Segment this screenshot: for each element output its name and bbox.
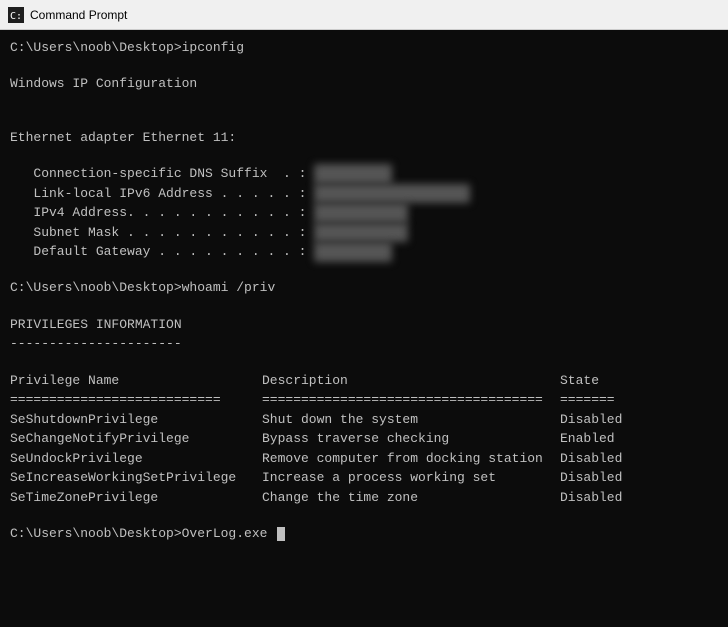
line-priv-5: SeTimeZonePrivilegeChange the time zoneD…: [10, 488, 718, 508]
blurred-ipv6: ████████████████████: [314, 184, 470, 204]
terminal: C:\Users\noob\Desktop>ipconfig Windows I…: [0, 30, 728, 627]
title-bar-text: Command Prompt: [30, 8, 127, 22]
line-priv-2: SeChangeNotifyPrivilegeBypass traverse c…: [10, 429, 718, 449]
line-empty-2: [10, 94, 718, 111]
line-divider-top: ----------------------: [10, 334, 718, 354]
line-priv-1: SeShutdownPrivilegeShut down the systemD…: [10, 410, 718, 430]
terminal-cursor: [277, 527, 285, 541]
line-priv-header: Privilege NameDescriptionState: [10, 371, 718, 391]
line-empty-5: [10, 262, 718, 279]
blurred-gateway: ██████████: [314, 242, 392, 262]
line-whoami: C:\Users\noob\Desktop>whoami /priv: [10, 278, 718, 298]
line-ethernet-adapter: Ethernet adapter Ethernet 11:: [10, 128, 718, 148]
line-subnet: Subnet Mask . . . . . . . . . . . : ████…: [10, 223, 718, 243]
line-priv-info: PRIVILEGES INFORMATION: [10, 315, 718, 335]
title-bar: C: Command Prompt: [0, 0, 728, 30]
line-dns: Connection-specific DNS Suffix . : █████…: [10, 164, 718, 184]
line-empty-8: [10, 507, 718, 524]
line-priv-3: SeUndockPrivilegeRemove computer from do…: [10, 449, 718, 469]
line-windows-ip: Windows IP Configuration: [10, 74, 718, 94]
svg-text:C:: C:: [10, 11, 22, 22]
line-empty-1: [10, 58, 718, 75]
blurred-ipv4: ████████████: [314, 203, 408, 223]
line-gateway: Default Gateway . . . . . . . . . : ████…: [10, 242, 718, 262]
line-empty-6: [10, 298, 718, 315]
line-overlog: C:\Users\noob\Desktop>OverLog.exe: [10, 524, 718, 544]
line-priv-4: SeIncreaseWorkingSetPrivilegeIncrease a …: [10, 468, 718, 488]
line-ipconfig: C:\Users\noob\Desktop>ipconfig: [10, 38, 718, 58]
blurred-subnet: ████████████: [314, 223, 408, 243]
line-ipv6: Link-local IPv6 Address . . . . . : ████…: [10, 184, 718, 204]
line-ipv4: IPv4 Address. . . . . . . . . . . : ████…: [10, 203, 718, 223]
cmd-icon: C:: [8, 7, 24, 23]
line-empty-4: [10, 147, 718, 164]
blurred-dns: ██████████: [314, 164, 392, 184]
line-priv-divider: ========================================…: [10, 390, 718, 410]
line-empty-7: [10, 354, 718, 371]
line-empty-3: [10, 111, 718, 128]
